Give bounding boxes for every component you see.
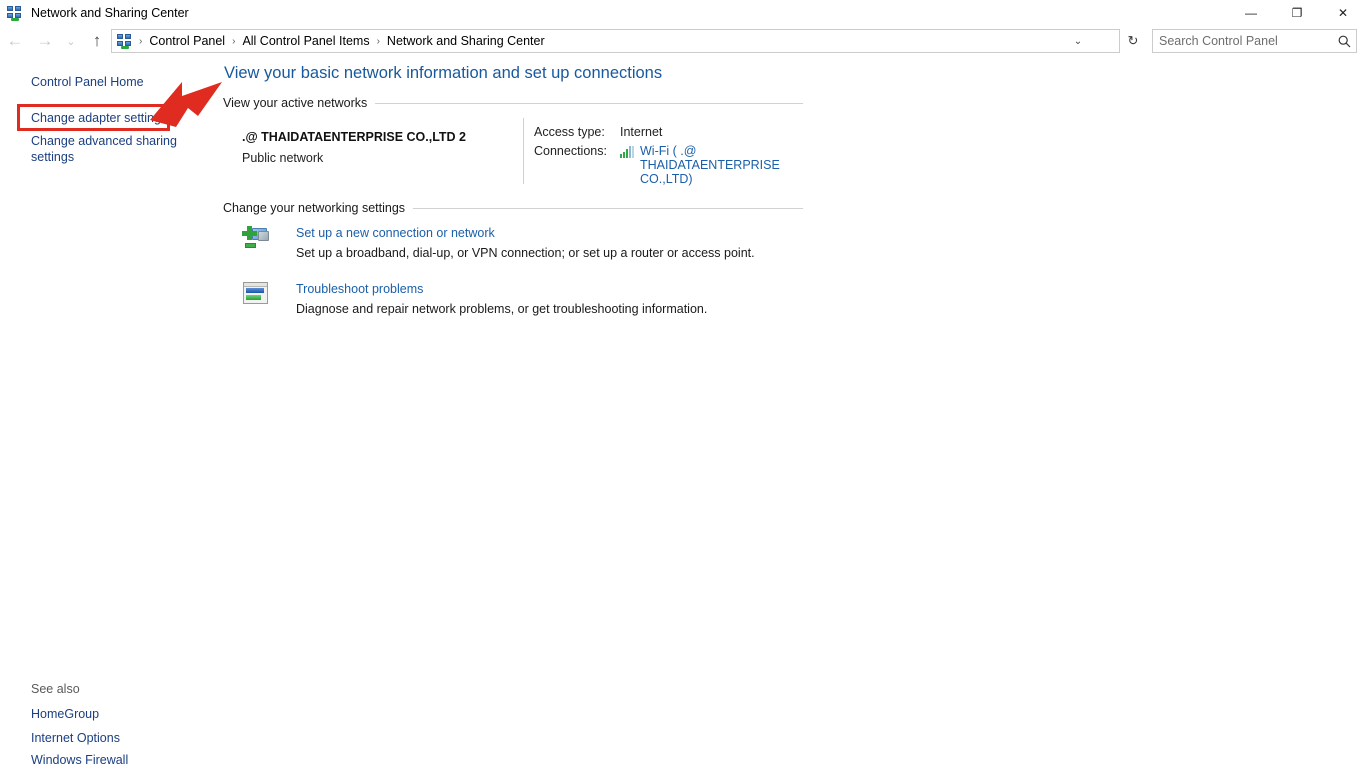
detail-row-connections: Connections: Wi-Fi ( .@ THAIDATAENTERPRI… xyxy=(534,144,815,186)
refresh-icon[interactable]: ↻ xyxy=(1121,29,1145,53)
up-button[interactable]: ↑ xyxy=(82,27,112,55)
recent-locations-chevron-down-icon[interactable]: ⌄ xyxy=(60,27,82,55)
network-icon xyxy=(7,5,23,21)
breadcrumb-separator-1[interactable]: › xyxy=(230,36,237,47)
window-title: Network and Sharing Center xyxy=(31,6,189,20)
action-set-up-new-connection: Set up a new connection or network Set u… xyxy=(242,225,942,269)
address-bar[interactable]: › Control Panel › All Control Panel Item… xyxy=(111,29,1120,53)
section-divider xyxy=(375,102,803,104)
set-up-new-connection-description: Set up a broadband, dial-up, or VPN conn… xyxy=(296,246,755,260)
network-type: Public network xyxy=(242,151,324,165)
sidebar-item-windows-firewall[interactable]: Windows Firewall xyxy=(31,752,128,768)
see-also-label: See also xyxy=(31,682,80,696)
breadcrumb-item-1[interactable]: All Control Panel Items xyxy=(237,32,374,50)
page-title: View your basic network information and … xyxy=(224,64,663,82)
search-input[interactable] xyxy=(1153,34,1332,48)
section-divider-2 xyxy=(413,207,803,209)
action-troubleshoot-problems: Troubleshoot problems Diagnose and repai… xyxy=(242,281,942,325)
back-button[interactable]: ← xyxy=(0,27,30,55)
set-up-new-connection-link[interactable]: Set up a new connection or network xyxy=(296,226,495,240)
access-type-value: Internet xyxy=(620,125,663,139)
new-connection-icon xyxy=(242,225,270,253)
network-name: .@ THAIDATAENTERPRISE CO.,LTD 2 xyxy=(242,130,466,144)
window-title-bar: Network and Sharing Center — ❐ ✕ xyxy=(0,0,1366,26)
address-bar-row: ← → ⌄ ↑ › Control Panel › All Control Pa… xyxy=(0,26,1366,56)
window-controls: — ❐ ✕ xyxy=(1228,0,1366,26)
search-box[interactable] xyxy=(1152,29,1357,53)
troubleshoot-problems-description: Diagnose and repair network problems, or… xyxy=(296,302,708,316)
breadcrumb: › Control Panel › All Control Panel Item… xyxy=(137,32,550,50)
breadcrumb-separator-2[interactable]: › xyxy=(375,36,382,47)
networking-settings-label: Change your networking settings xyxy=(223,201,406,215)
active-network-entry: .@ THAIDATAENTERPRISE CO.,LTD 2 Public n… xyxy=(242,130,466,165)
connections-label: Connections: xyxy=(534,144,607,158)
active-networks-section-header: View your active networks xyxy=(223,96,803,110)
minimize-button[interactable]: — xyxy=(1228,0,1274,26)
access-type-label: Access type: xyxy=(534,125,605,139)
detail-row-access-type: Access type: Internet xyxy=(534,125,815,139)
troubleshoot-problems-link[interactable]: Troubleshoot problems xyxy=(296,282,423,296)
connections-value-link[interactable]: Wi-Fi ( .@ THAIDATAENTERPRISE CO.,LTD) xyxy=(640,144,815,186)
sidebar: Control Panel Home Change adapter settin… xyxy=(0,58,222,767)
search-icon[interactable] xyxy=(1332,30,1356,52)
wifi-signal-icon xyxy=(620,146,636,158)
network-details: Access type: Internet Connections: Wi-Fi… xyxy=(534,125,815,191)
networking-settings-section-header: Change your networking settings xyxy=(223,201,803,215)
breadcrumb-separator-0[interactable]: › xyxy=(137,36,144,47)
address-dropdown-chevron-down-icon[interactable]: ⌄ xyxy=(1067,30,1089,52)
close-button[interactable]: ✕ xyxy=(1320,0,1366,26)
active-networks-label: View your active networks xyxy=(223,96,368,110)
sidebar-item-change-advanced-sharing-settings[interactable]: Change advanced sharing settings xyxy=(31,133,181,165)
sidebar-item-homegroup[interactable]: HomeGroup xyxy=(31,706,99,722)
sidebar-item-change-adapter-settings[interactable]: Change adapter settings xyxy=(31,110,167,126)
main-content: View your basic network information and … xyxy=(222,58,1366,728)
troubleshoot-icon xyxy=(242,281,270,309)
sidebar-item-control-panel-home[interactable]: Control Panel Home xyxy=(31,74,144,90)
breadcrumb-item-0[interactable]: Control Panel xyxy=(144,32,230,50)
sidebar-item-internet-options[interactable]: Internet Options xyxy=(31,730,120,746)
breadcrumb-item-2[interactable]: Network and Sharing Center xyxy=(382,32,550,50)
forward-button[interactable]: → xyxy=(30,27,60,55)
restore-button[interactable]: ❐ xyxy=(1274,0,1320,26)
network-details-divider xyxy=(523,118,524,184)
breadcrumb-network-icon xyxy=(117,33,133,49)
